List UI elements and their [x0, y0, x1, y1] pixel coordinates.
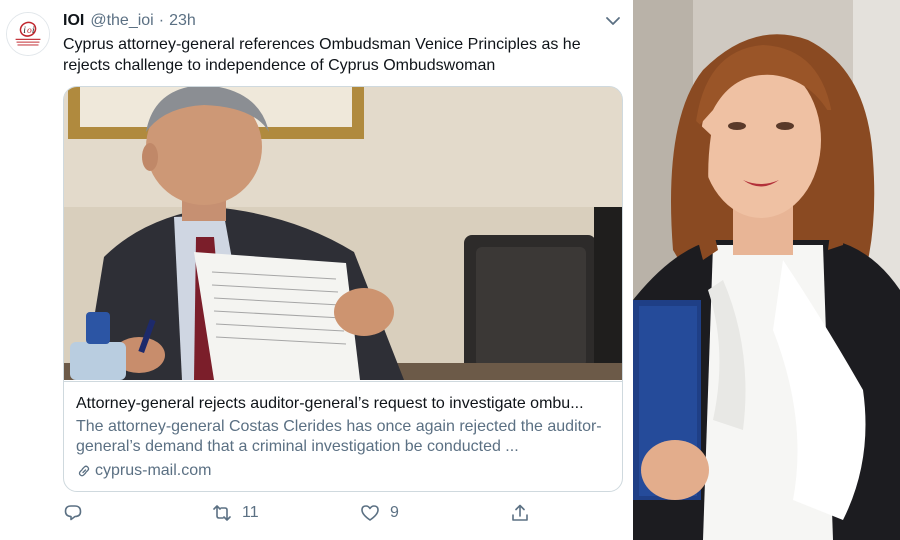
tweet-header: IOI @the_ioi · 23h	[63, 10, 196, 32]
ombudswoman-photo	[633, 0, 900, 540]
ioi-logo: i o i	[7, 13, 49, 55]
tweet[interactable]: i o i IOI @the_ioi · 23h Cyprus attorney…	[0, 0, 633, 540]
timestamp[interactable]: 23h	[169, 12, 196, 30]
share-button[interactable]	[510, 503, 530, 523]
link-icon	[78, 465, 90, 477]
card-domain-text: cyprus-mail.com	[95, 462, 212, 479]
chevron-down-icon[interactable]	[603, 12, 623, 30]
tweet-actions: 11 9	[63, 503, 533, 527]
retweet-button[interactable]: 11	[212, 503, 259, 523]
card-description: The attorney-general Costas Clerides has…	[76, 418, 602, 455]
like-button[interactable]: 9	[360, 503, 399, 523]
reply-icon	[64, 505, 82, 521]
retweet-icon	[213, 505, 231, 521]
like-count: 9	[390, 504, 399, 521]
tweet-text: Cyprus attorney-general references Ombud…	[63, 36, 581, 74]
svg-text:i: i	[23, 25, 26, 36]
author-name[interactable]: IOI	[63, 12, 84, 30]
heart-icon	[361, 505, 379, 521]
svg-text:i: i	[32, 25, 35, 36]
reply-button[interactable]	[63, 503, 83, 523]
retweet-count: 11	[242, 504, 259, 521]
card-image[interactable]	[64, 87, 622, 380]
card-body[interactable]: Attorney-general rejects auditor-general…	[64, 381, 622, 491]
author-avatar[interactable]: i o i	[6, 12, 50, 56]
author-handle[interactable]: @the_ioi	[90, 12, 153, 30]
share-icon	[512, 504, 528, 521]
card-title[interactable]: Attorney-general rejects auditor-general…	[76, 394, 610, 414]
separator: ·	[158, 12, 165, 29]
card-domain[interactable]: cyprus-mail.com	[76, 461, 610, 481]
link-card[interactable]: Attorney-general rejects auditor-general…	[63, 86, 623, 492]
